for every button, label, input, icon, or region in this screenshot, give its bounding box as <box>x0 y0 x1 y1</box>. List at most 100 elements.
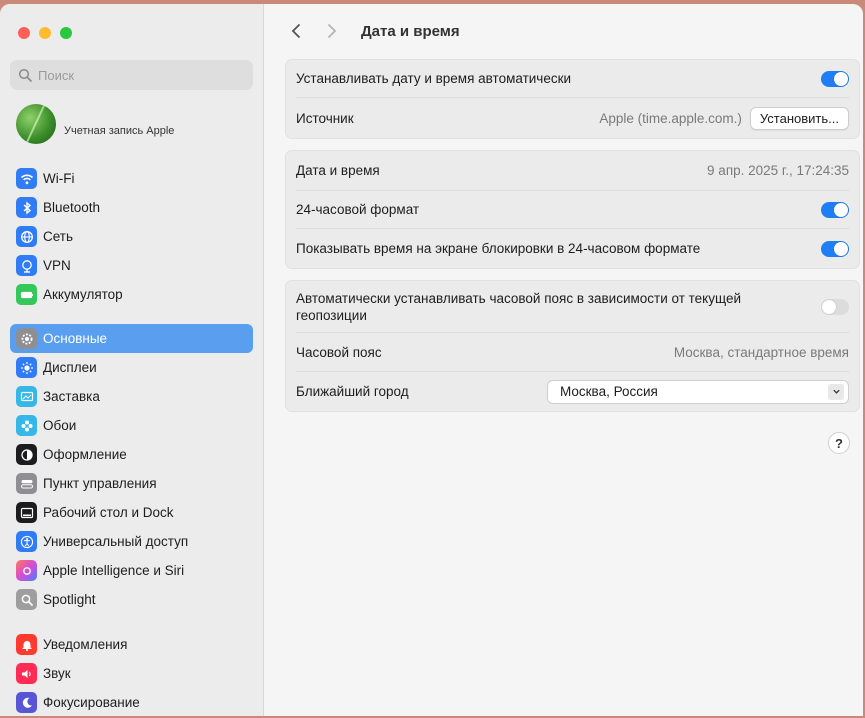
source-label: Источник <box>296 110 354 126</box>
sidebar-item-label: Аккумулятор <box>43 287 123 302</box>
sidebar-group-system: Основные Дисплеи Заставка Обои Оформлени… <box>10 324 253 614</box>
dock-icon <box>16 502 37 523</box>
magnifier-icon <box>16 589 37 610</box>
set-source-button[interactable]: Установить... <box>749 106 849 130</box>
battery-icon <box>16 284 37 305</box>
sidebar-group-network: Wi-Fi Bluetooth Сеть VPN Аккумулятор <box>10 164 253 309</box>
chevron-updown-icon <box>828 383 844 400</box>
sidebar-item-sound[interactable]: Звук <box>10 659 253 688</box>
sidebar-item-label: Универсальный доступ <box>43 534 189 549</box>
auto-tz-label: Автоматически устанавливать часовой пояс… <box>296 290 741 323</box>
search-icon <box>18 68 32 82</box>
settings-window: Учетная запись Apple Wi-Fi Bluetooth Сет… <box>0 4 863 716</box>
sidebar-item-label: Wi-Fi <box>43 171 75 186</box>
sidebar-item-spotlight[interactable]: Spotlight <box>10 585 253 614</box>
sidebar-item-wallpaper[interactable]: Обои <box>10 411 253 440</box>
bell-icon <box>16 634 37 655</box>
chevron-right-icon <box>328 24 337 38</box>
lockscreen24-toggle[interactable] <box>821 240 849 257</box>
sidebar-item-notifications[interactable]: Уведомления <box>10 630 253 659</box>
datetime-value[interactable]: 9 апр. 2025 г., 17:24:35 <box>707 163 849 178</box>
source-controls: Apple (time.apple.com.) Установить... <box>599 106 849 130</box>
forward-button[interactable] <box>321 20 343 42</box>
source-row: Источник Apple (time.apple.com.) Установ… <box>296 98 849 138</box>
speaker-icon <box>16 663 37 684</box>
lockscreen24-row: Показывать время на экране блокировки в … <box>296 229 849 268</box>
sidebar-item-network[interactable]: Сеть <box>10 222 253 251</box>
sidebar-item-appearance[interactable]: Оформление <box>10 440 253 469</box>
sidebar-item-bluetooth[interactable]: Bluetooth <box>10 193 253 222</box>
sidebar-item-desktop-dock[interactable]: Рабочий стол и Dock <box>10 498 253 527</box>
main-pane: Дата и время Устанавливать дату и время … <box>265 4 863 716</box>
back-button[interactable] <box>285 20 307 42</box>
bluetooth-icon <box>16 197 37 218</box>
timezone-group: Автоматически устанавливать часовой пояс… <box>285 280 860 412</box>
search-input[interactable] <box>38 67 238 83</box>
window-controls <box>18 27 72 39</box>
avatar <box>16 104 56 144</box>
auto-set-label: Устанавливать дату и время автоматически <box>296 71 572 86</box>
sidebar-item-label: VPN <box>43 258 71 273</box>
format24-row: 24-часовой формат <box>296 191 849 229</box>
toolbar: Дата и время <box>285 20 460 42</box>
sidebar-item-label: Уведомления <box>43 637 128 652</box>
sidebar-item-label: Apple Intelligence и Siri <box>43 563 185 578</box>
auto-tz-row: Автоматически устанавливать часовой пояс… <box>296 281 849 333</box>
gear-icon <box>16 328 37 349</box>
globe-icon <box>16 226 37 247</box>
sidebar-item-battery[interactable]: Аккумулятор <box>10 280 253 309</box>
minimize-button[interactable] <box>39 27 51 39</box>
sidebar-item-accessibility[interactable]: Универсальный доступ <box>10 527 253 556</box>
sidebar-item-label: Основные <box>43 331 108 346</box>
sidebar-item-label: Spotlight <box>43 592 96 607</box>
timezone-row: Часовой пояс Москва, стандартное время <box>296 333 849 372</box>
account-label: Учетная запись Apple <box>64 125 175 137</box>
close-button[interactable] <box>18 27 30 39</box>
sidebar-item-label: Рабочий стол и Dock <box>43 505 174 520</box>
sidebar-item-general[interactable]: Основные <box>10 324 253 353</box>
sidebar-item-label: Обои <box>43 418 77 433</box>
format24-label: 24-часовой формат <box>296 202 420 217</box>
search-field[interactable] <box>10 60 253 90</box>
sidebar-item-label: Дисплеи <box>43 360 97 375</box>
chevron-left-icon <box>291 24 300 38</box>
timezone-value: Москва, стандартное время <box>673 344 849 360</box>
moon-icon <box>16 692 37 713</box>
sidebar-item-label: Сеть <box>43 229 74 244</box>
siri-icon <box>16 560 37 581</box>
sun-icon <box>16 357 37 378</box>
city-row: Ближайший город Москва, Россия <box>296 372 849 411</box>
sidebar-item-displays[interactable]: Дисплеи <box>10 353 253 382</box>
zoom-button[interactable] <box>60 27 72 39</box>
sidebar-item-screensaver[interactable]: Заставка <box>10 382 253 411</box>
source-value: Apple (time.apple.com.) <box>599 110 742 126</box>
auto-time-group: Устанавливать дату и время автоматически… <box>285 59 860 139</box>
sidebar-group-notifications: Уведомления Звук Фокусирование <box>10 630 253 716</box>
sidebar-item-wifi[interactable]: Wi-Fi <box>10 164 253 193</box>
sidebar-item-label: Заставка <box>43 389 100 404</box>
flower-icon <box>16 415 37 436</box>
sidebar-item-label: Пункт управления <box>43 476 157 491</box>
sidebar-item-label: Звук <box>43 666 71 681</box>
appearance-icon <box>16 444 37 465</box>
city-value: Москва, Россия <box>560 384 658 399</box>
sidebar-item-focus[interactable]: Фокусирование <box>10 688 253 716</box>
sidebar-item-control-center[interactable]: Пункт управления <box>10 469 253 498</box>
wifi-icon <box>16 168 37 189</box>
screensaver-icon <box>16 386 37 407</box>
vpn-icon <box>16 255 37 276</box>
sidebar-item-label: Bluetooth <box>43 200 101 215</box>
auto-set-toggle[interactable] <box>821 70 849 87</box>
timezone-label: Часовой пояс <box>296 344 382 360</box>
apple-account[interactable]: Учетная запись Apple <box>16 104 174 144</box>
auto-set-row: Устанавливать дату и время автоматически <box>296 60 849 98</box>
city-select[interactable]: Москва, Россия <box>547 379 849 404</box>
auto-tz-toggle[interactable] <box>821 298 849 315</box>
sidebar-item-vpn[interactable]: VPN <box>10 251 253 280</box>
format24-toggle[interactable] <box>821 201 849 218</box>
sidebar-item-siri[interactable]: Apple Intelligence и Siri <box>10 556 253 585</box>
help-button[interactable]: ? <box>828 432 850 454</box>
lockscreen24-label: Показывать время на экране блокировки в … <box>296 241 701 256</box>
sidebar-item-label: Фокусирование <box>43 695 140 710</box>
datetime-row: Дата и время 9 апр. 2025 г., 17:24:35 <box>296 151 849 191</box>
